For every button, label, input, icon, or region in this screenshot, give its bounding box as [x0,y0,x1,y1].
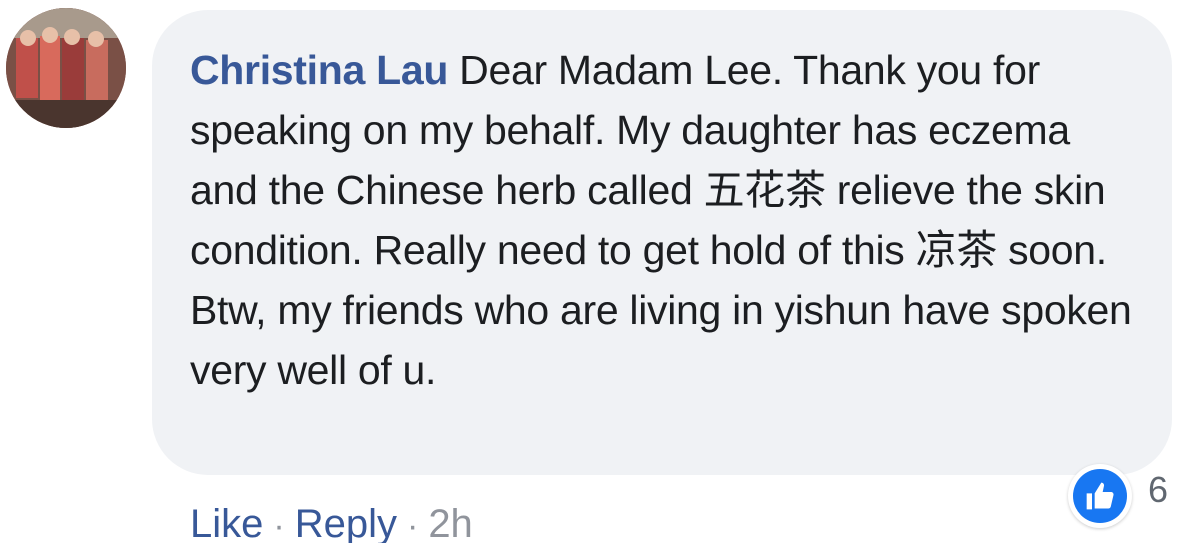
avatar[interactable] [6,8,126,128]
comment-text: Christina Lau Dear Madam Lee. Thank you … [190,40,1144,400]
comment: Christina Lau Dear Madam Lee. Thank you … [0,0,1200,543]
separator: · [406,507,419,543]
reply-button[interactable]: Reply [295,498,397,543]
reaction-summary[interactable]: 6 [1068,463,1168,529]
timestamp[interactable]: 2h [428,498,473,543]
avatar-photo-icon [6,8,126,128]
author-name[interactable]: Christina Lau [190,47,448,93]
like-icon [1086,482,1114,510]
comment-actions: Like · Reply · 2h [190,498,473,543]
separator: · [273,507,285,543]
reaction-count: 6 [1148,469,1169,510]
comment-body: Dear Madam Lee. Thank you for speaking o… [190,47,1132,393]
like-button[interactable]: Like [190,498,263,543]
like-reaction-badge [1068,464,1132,528]
comment-bubble: Christina Lau Dear Madam Lee. Thank you … [152,10,1172,475]
